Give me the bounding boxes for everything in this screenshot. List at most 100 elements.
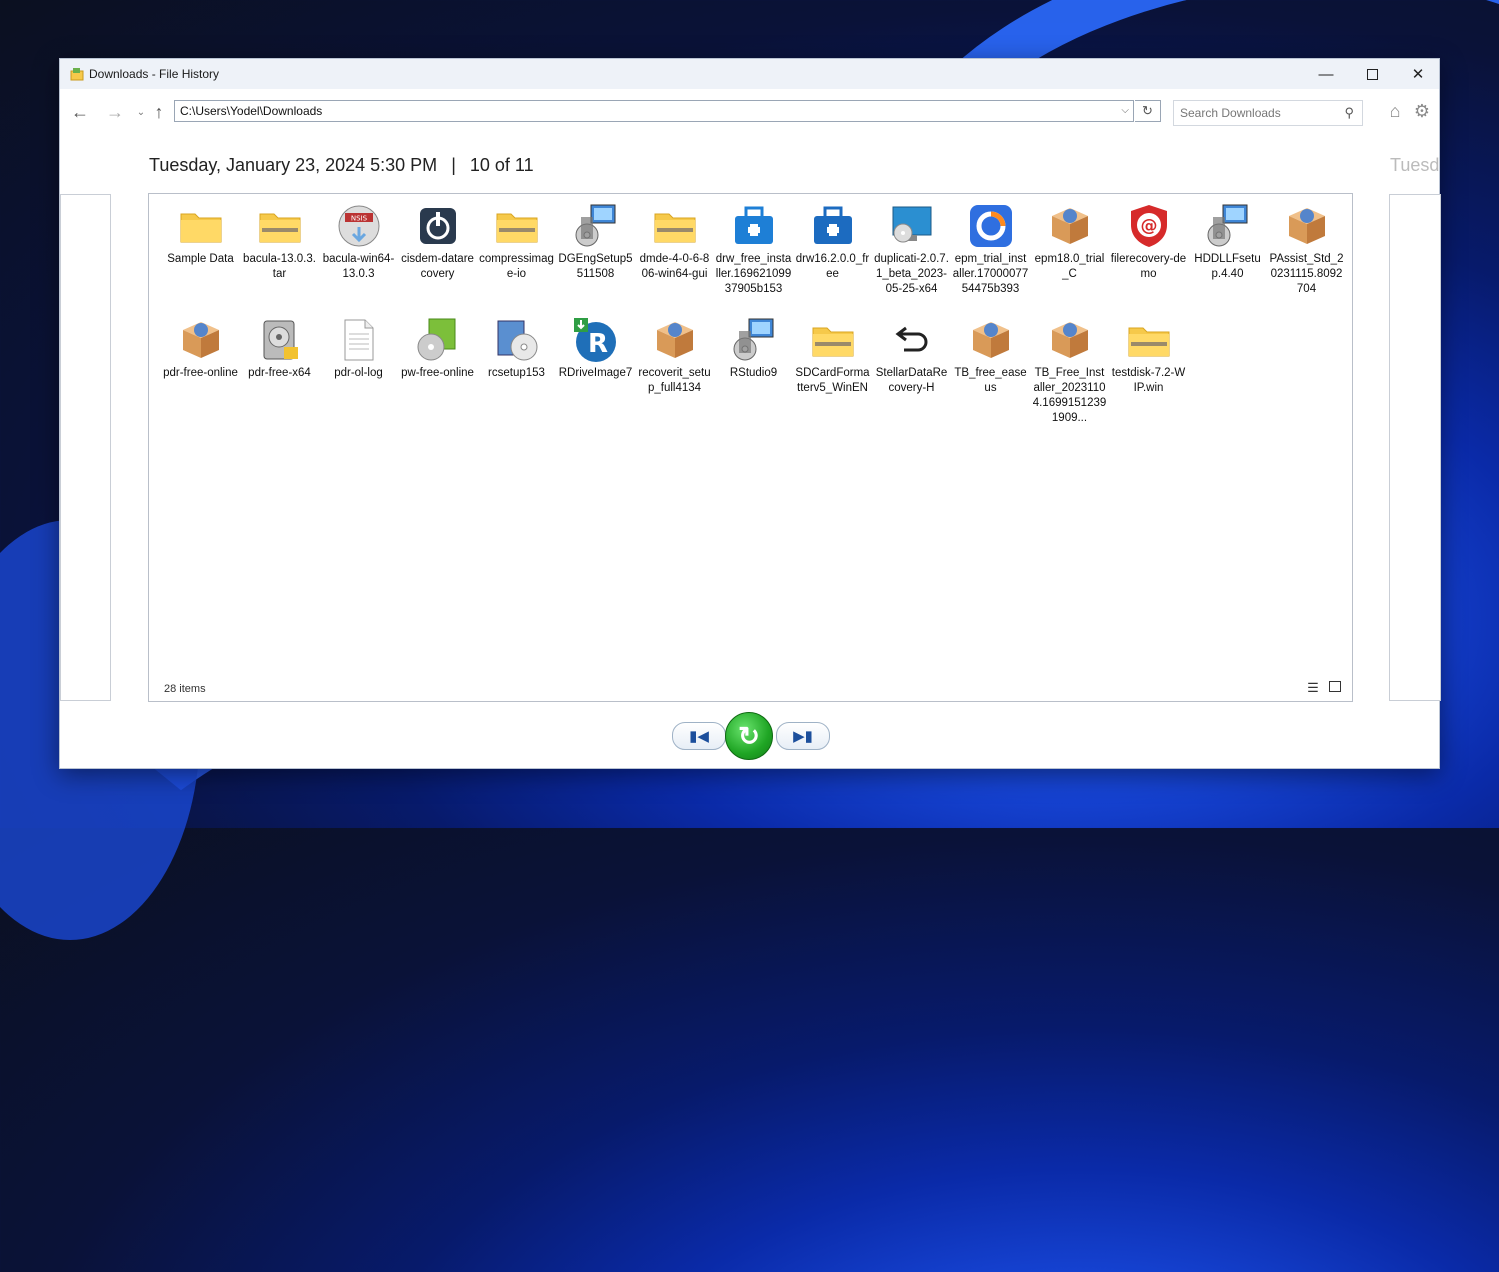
previous-version-button[interactable]: ▮◀ — [672, 722, 726, 750]
recent-locations-button[interactable]: ⌄ — [136, 101, 146, 123]
close-icon: ✕ — [1411, 66, 1425, 83]
previous-icon: ▮◀ — [689, 728, 709, 745]
file-item[interactable]: epm18.0_trial_C — [1030, 202, 1109, 316]
file-item[interactable]: duplicati-2.0.7.1_beta_2023-05-25-x64 — [872, 202, 951, 316]
minimize-icon: — — [1318, 65, 1334, 83]
file-item[interactable]: R RDriveImage7 — [556, 316, 635, 430]
file-item[interactable]: TB_free_easeus — [951, 316, 1030, 430]
file-label: Sample Data — [167, 253, 234, 265]
file-item[interactable]: SDCardFormatterv5_WinEN — [793, 316, 872, 430]
next-snapshot-date: Tuesda — [1390, 155, 1439, 175]
file-item[interactable]: bacula-13.0.3.tar — [240, 202, 319, 316]
minimize-button[interactable]: — — [1303, 59, 1349, 89]
gear-icon[interactable]: ⚙ — [1412, 101, 1432, 121]
refresh-button[interactable]: ↻ — [1135, 100, 1161, 122]
forward-button[interactable]: → — [104, 101, 126, 123]
snapshot-header: Tuesday, January 23, 2024 5:30 PM | 10 of … — [149, 155, 534, 176]
file-item[interactable]: rcsetup153 — [477, 316, 556, 430]
up-button[interactable]: ↑ — [148, 101, 170, 123]
file-label: recoverit_setup_full4134 — [638, 367, 711, 394]
close-button[interactable]: ✕ — [1395, 59, 1441, 89]
next-version-button[interactable]: ▶▮ — [776, 722, 830, 750]
file-item[interactable]: pdr-free-online — [161, 316, 240, 430]
at-shield-icon: @ — [1125, 202, 1173, 250]
up-arrow-icon: ↑ — [154, 101, 164, 122]
file-item[interactable]: Sample Data — [161, 202, 240, 316]
file-item[interactable]: TB_Free_Installer_20231104.1699151239190… — [1030, 316, 1109, 430]
file-label: duplicati-2.0.7.1_beta_2023-05-25-x64 — [874, 253, 949, 295]
file-label: filerecovery-demo — [1110, 253, 1187, 280]
file-item[interactable]: NSIS bacula-win64-13.0.3 — [319, 202, 398, 316]
file-label: pdr-ol-log — [334, 367, 383, 379]
home-icon[interactable]: ⌂ — [1385, 101, 1405, 121]
file-label: RStudio9 — [729, 367, 778, 379]
shortcut-arrow-icon — [888, 316, 936, 364]
details-view-button[interactable]: ☰ — [1306, 681, 1320, 695]
file-item[interactable]: StellarDataRecovery-H — [872, 316, 951, 430]
file-history-window: Downloads - File History — ✕ ← → ⌄ ↑ C:\… — [59, 58, 1441, 769]
file-label: drw16.2.0.0_free — [795, 253, 870, 280]
package-box-icon — [967, 316, 1015, 364]
restore-button[interactable]: ↻ — [725, 712, 773, 760]
file-label: cisdem-datarecovery — [401, 253, 474, 280]
file-label: pdr-free-online — [163, 367, 238, 379]
package-box-icon — [1046, 202, 1094, 250]
refresh-icon: ↻ — [1142, 103, 1153, 118]
file-item[interactable]: drw16.2.0.0_free — [793, 202, 872, 316]
snapshot-date: Tuesday, January 23, 2024 5:30 PM — [149, 155, 438, 175]
large-icons-view-button[interactable] — [1328, 681, 1342, 695]
file-item[interactable]: dmde-4-0-6-806-win64-gui — [635, 202, 714, 316]
file-label: PAssist_Std_20231115.8092704 — [1269, 253, 1344, 295]
file-label: RDriveImage7 — [558, 367, 633, 379]
nsis-installer-icon: NSIS — [335, 202, 383, 250]
disc-box-icon — [414, 316, 462, 364]
file-item[interactable]: HDDLLFsetup.4.40 — [1188, 202, 1267, 316]
file-item[interactable]: testdisk-7.2-WIP.win — [1109, 316, 1188, 430]
address-path: C:\Users\Yodel\Downloads — [180, 104, 323, 118]
maximize-button[interactable] — [1349, 59, 1395, 89]
details-view-icon: ☰ — [1307, 680, 1319, 695]
toolbox-icon — [809, 202, 857, 250]
file-item[interactable]: pdr-free-x64 — [240, 316, 319, 430]
zip-folder-icon — [493, 202, 541, 250]
file-item[interactable]: RStudio9 — [714, 316, 793, 430]
snapshot-position: 10 of 11 — [469, 155, 534, 175]
search-placeholder: Search Downloads — [1180, 106, 1281, 120]
window-title: Downloads - File History — [89, 67, 220, 81]
file-item[interactable]: cisdem-datarecovery — [398, 202, 477, 316]
title-bar[interactable]: Downloads - File History — ✕ — [60, 59, 1439, 89]
search-icon: ⚲ — [1344, 105, 1354, 120]
file-item[interactable]: epm_trial_installer.1700007754475b393 — [951, 202, 1030, 316]
file-item[interactable]: compressimage-io — [477, 202, 556, 316]
folder-icon — [177, 202, 225, 250]
file-item[interactable]: recoverit_setup_full4134 — [635, 316, 714, 430]
forward-arrow-icon: → — [106, 101, 124, 122]
file-item[interactable]: drw_free_installer.16962109937905b153 — [714, 202, 793, 316]
disk-app-icon — [414, 202, 462, 250]
snapshot-separator: | — [451, 155, 456, 175]
navigation-toolbar: ← → ⌄ ↑ C:\Users\Yodel\Downloads ⌵ ↻ Sea… — [60, 89, 1439, 133]
address-bar[interactable]: C:\Users\Yodel\Downloads ⌵ — [174, 100, 1134, 122]
package-box-icon — [651, 316, 699, 364]
file-item[interactable]: pdr-ol-log — [319, 316, 398, 430]
file-label: epm_trial_installer.1700007754475b393 — [952, 253, 1029, 295]
file-label: TB_free_easeus — [954, 367, 1027, 394]
svg-text:R: R — [587, 329, 607, 359]
file-label: compressimage-io — [479, 253, 554, 280]
file-item[interactable]: pw-free-online — [398, 316, 477, 430]
back-button[interactable]: ← — [69, 101, 91, 123]
next-snapshot-pane[interactable] — [1389, 194, 1441, 701]
next-icon: ▶▮ — [793, 728, 813, 745]
setup-computer-icon — [572, 202, 620, 250]
file-item[interactable]: PAssist_Std_20231115.8092704 — [1267, 202, 1346, 316]
address-dropdown-icon[interactable]: ⌵ — [1121, 101, 1129, 121]
hdd-app-icon — [256, 316, 304, 364]
back-arrow-icon: ← — [71, 101, 89, 122]
file-item[interactable]: DGEngSetup5511508 — [556, 202, 635, 316]
package-box-icon — [1046, 316, 1094, 364]
file-item[interactable]: @ filerecovery-demo — [1109, 202, 1188, 316]
package-box-icon — [1283, 202, 1331, 250]
previous-snapshot-pane[interactable] — [60, 194, 111, 701]
item-count: 28 items — [164, 683, 206, 695]
search-input[interactable]: Search Downloads ⚲ — [1173, 100, 1363, 126]
